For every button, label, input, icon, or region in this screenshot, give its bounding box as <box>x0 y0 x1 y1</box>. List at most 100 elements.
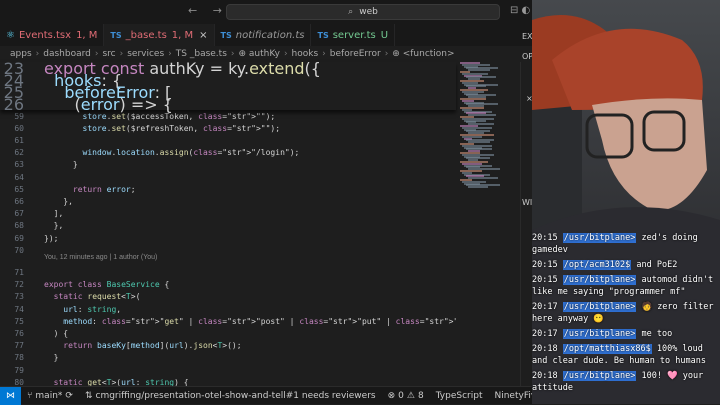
line-number: 64 <box>14 172 24 182</box>
breadcrumb-item[interactable]: services <box>127 49 164 59</box>
code-line[interactable]: 26 (error) => { <box>0 95 456 114</box>
command-search[interactable]: ⌕ web <box>226 4 500 20</box>
line-number: 66 <box>14 196 24 206</box>
git-blame-annotation[interactable]: You, 12 minutes ago | 1 author (You) <box>44 254 157 261</box>
line-number: 26 <box>3 94 24 114</box>
chat-message: 20:18 /usr/bitplane> 100! 🩷 your attitud… <box>532 370 720 394</box>
chat-text: and PoE2 <box>631 260 678 270</box>
code-line[interactable]: 74 url: string, <box>0 303 456 315</box>
language-mode[interactable]: TypeScript <box>430 391 489 401</box>
chat-timestamp: 20:18 <box>532 371 558 381</box>
breadcrumb-item[interactable]: dashboard <box>43 49 91 59</box>
code-text: } <box>44 353 59 363</box>
breadcrumb-item[interactable]: ⊕ <function> <box>392 49 454 59</box>
code-line[interactable]: 71 <box>0 266 456 278</box>
chat-message: 20:17 /usr/bitplane> me too <box>532 328 720 340</box>
code-line[interactable]: 61 <box>0 134 456 146</box>
breadcrumb-item[interactable]: beforeError <box>330 49 381 59</box>
breadcrumb-item[interactable]: apps <box>10 49 32 59</box>
chat-timestamp: 20:15 <box>532 233 558 243</box>
line-number: 61 <box>14 135 24 145</box>
line-number: 77 <box>14 341 24 351</box>
code-line[interactable]: 64 <box>0 171 456 183</box>
remote-icon[interactable]: ⋈ <box>0 386 21 405</box>
close-icon[interactable]: × <box>199 30 207 41</box>
stream-chat: 20:15 /usr/bitplane> zed's doing gamedev… <box>532 232 720 397</box>
code-text: store.set($refreshToken, class="str">"")… <box>82 123 281 133</box>
line-number: 62 <box>14 148 24 158</box>
code-text: window.location.assign(class="str">"/log… <box>82 148 300 158</box>
code-text: ], <box>44 209 64 219</box>
code-line[interactable]: 65 return error; <box>0 183 456 195</box>
breadcrumb-item[interactable]: src <box>102 49 115 59</box>
branch-icon: ⑂ <box>27 390 33 401</box>
chat-username: /usr/bitplane> <box>562 302 637 312</box>
minimap-line <box>468 177 498 180</box>
line-number: 73 <box>14 292 24 302</box>
chat-message: 20:15 /usr/bitplane> zed's doing gamedev <box>532 232 720 256</box>
line-number: 72 <box>14 280 24 290</box>
code-line[interactable]: 62 window.location.assign(class="str">"/… <box>0 147 456 159</box>
pull-request-status[interactable]: ⇅ cmgriffing/presentation-otel-show-and-… <box>79 391 382 401</box>
tab-events[interactable]: ⚛ Events.tsx 1, M <box>0 24 105 46</box>
code-line[interactable]: 77 return baseKy[method](url).json<T>(); <box>0 340 456 352</box>
code-line[interactable]: 69}); <box>0 232 456 244</box>
code-line[interactable]: 79 <box>0 364 456 376</box>
code-line[interactable]: 60 store.set($refreshToken, class="str">… <box>0 122 456 134</box>
problems-status[interactable]: ⊗ 0 ⚠ 8 <box>382 391 430 401</box>
status-bar: ⋈ ⑂ main* ⟳ ⇅ cmgriffing/presentation-ot… <box>0 386 550 405</box>
error-icon: ⊗ <box>387 390 396 401</box>
code-text: export class BaseService { <box>44 280 170 290</box>
minimap[interactable] <box>456 62 520 386</box>
minimap-line <box>468 69 490 72</box>
explorer-label[interactable]: EX <box>522 32 533 41</box>
line-number: 76 <box>14 328 24 338</box>
line-number: 68 <box>14 221 24 231</box>
code-line[interactable]: 68 }, <box>0 220 456 232</box>
pull-request-icon: ⇅ <box>84 390 93 401</box>
chat-timestamp: 20:17 <box>532 329 558 339</box>
code-line[interactable]: 67 ], <box>0 208 456 220</box>
tab-server[interactable]: TS server.ts U <box>311 24 396 46</box>
layout-icon[interactable]: ⊟ ◐ <box>510 5 530 16</box>
line-number: 60 <box>14 123 24 133</box>
tab-notification[interactable]: TS notification.ts <box>215 24 312 46</box>
code-text: return baseKy[method](url).json<T>(); <box>63 341 242 351</box>
react-icon: ⚛ <box>6 29 15 41</box>
code-line[interactable]: 73 static request<T>( <box>0 291 456 303</box>
minimap-line <box>468 186 488 189</box>
code-text: }, <box>44 221 64 231</box>
breadcrumb-item[interactable]: hooks <box>292 49 319 59</box>
back-icon[interactable]: ← <box>188 4 197 17</box>
line-number: 63 <box>14 160 24 170</box>
branch-status[interactable]: ⑂ main* ⟳ <box>21 391 79 401</box>
vertical-scrollbar[interactable] <box>520 62 532 386</box>
forward-icon[interactable]: → <box>213 4 222 17</box>
line-number: 79 <box>14 365 24 375</box>
line-number: 67 <box>14 209 24 219</box>
chat-message: 20:17 /usr/bitplane> 🧑 zero filter here … <box>532 301 720 325</box>
warning-icon: ⚠ <box>406 390 415 401</box>
chat-timestamp: 20:15 <box>532 260 558 270</box>
tab-base[interactable]: TS _base.ts 1, M × <box>104 24 215 46</box>
sync-icon: ⟳ <box>65 390 73 401</box>
sticky-scroll-header[interactable]: 23 export const authKy = ky.extend({24 ho… <box>0 59 456 114</box>
code-editor: ← → ⌕ web ⊟ ◐ ⚛ Events.tsx 1, M TS _base… <box>0 0 603 405</box>
code-line[interactable]: 78 } <box>0 352 456 364</box>
breadcrumb-item[interactable]: ⊕ authKy <box>239 49 280 59</box>
chat-timestamp: 20:17 <box>532 302 558 312</box>
timeline-label[interactable]: WI <box>522 198 532 207</box>
code-text: static request<T>( <box>53 292 141 302</box>
search-text: web <box>359 7 378 17</box>
code-line[interactable]: 76 ) { <box>0 327 456 339</box>
code-line[interactable]: 63 } <box>0 159 456 171</box>
chat-message: 20:15 /usr/bitplane> automod didn't like… <box>532 274 720 298</box>
code-line[interactable]: 72 export class BaseService { <box>0 279 456 291</box>
code-line[interactable]: 66 }, <box>0 195 456 207</box>
code-line[interactable]: 75 method: class="str">"get" | class="st… <box>0 315 602 327</box>
line-number: 65 <box>14 184 24 194</box>
chat-username: /usr/bitplane> <box>562 275 637 285</box>
line-number: 70 <box>14 245 24 255</box>
line-number: 74 <box>14 304 24 314</box>
breadcrumb-item[interactable]: TS _base.ts <box>176 49 227 59</box>
